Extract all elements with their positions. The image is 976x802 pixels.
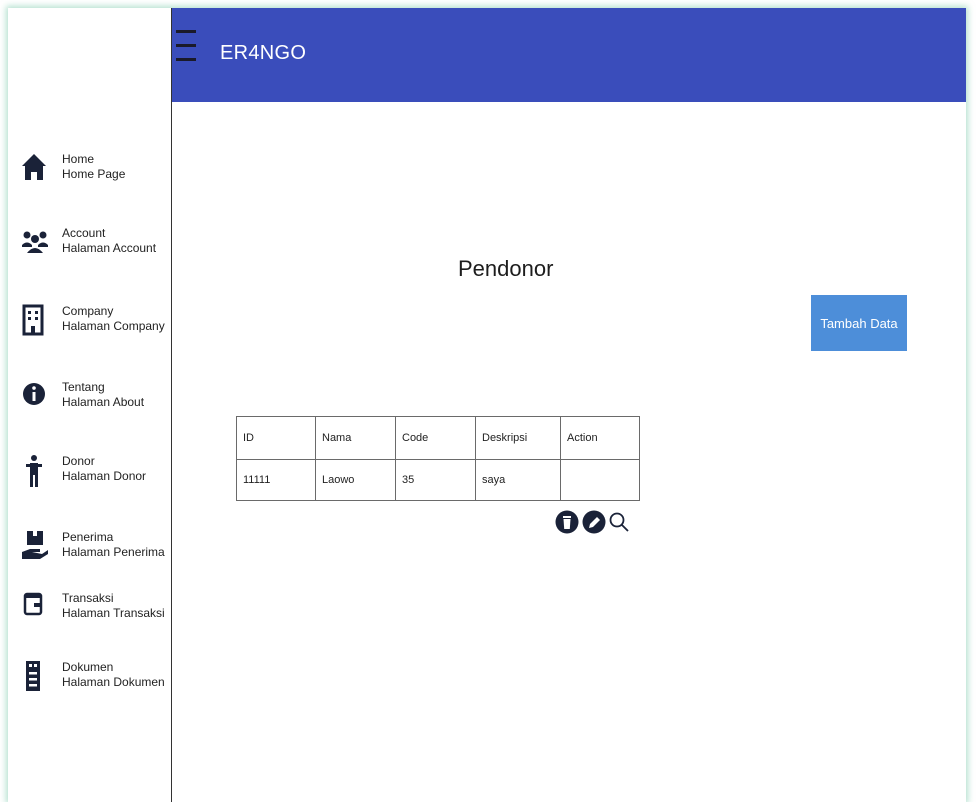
account-group-icon <box>22 226 48 256</box>
sidebar-item-sublabel: Halaman Donor <box>62 469 147 483</box>
app-title: ER4NGO <box>220 42 307 64</box>
sidebar-item-sublabel: Halaman About <box>62 395 145 409</box>
sidebar-item-label: Account <box>62 226 106 240</box>
table-header-row: ID Nama Code Deskripsi Action <box>236 416 640 460</box>
add-data-button[interactable]: Tambah Data <box>811 295 907 351</box>
sidebar: Home Home Page Account Halaman Account C… <box>8 8 172 802</box>
table-cell-code: 35 <box>395 459 476 501</box>
building-icon <box>22 304 46 336</box>
hand-receive-icon <box>22 530 48 560</box>
edit-icon[interactable] <box>582 508 606 541</box>
app-bar: ER4NGO <box>172 8 966 102</box>
column-header-code: Code <box>395 416 476 460</box>
sidebar-item-account[interactable]: Account Halaman Account <box>22 226 170 278</box>
sidebar-item-transaksi[interactable]: Transaksi Halaman Transaksi <box>22 591 170 643</box>
wallet-icon <box>22 591 46 621</box>
sidebar-item-label: Company <box>62 304 114 318</box>
sidebar-item-label: Transaksi <box>62 591 114 605</box>
sidebar-item-label: Tentang <box>62 380 105 394</box>
sidebar-item-sublabel: Home Page <box>62 167 126 181</box>
column-header-nama: Nama <box>315 416 396 460</box>
info-icon <box>22 380 46 410</box>
table-cell-nama: Laowo <box>315 459 396 501</box>
home-icon <box>22 152 46 182</box>
document-icon <box>22 660 46 691</box>
sidebar-item-company[interactable]: Company Halaman Company <box>22 304 170 356</box>
sidebar-item-label: Donor <box>62 454 95 468</box>
sidebar-item-sublabel: Halaman Company <box>62 319 165 333</box>
sidebar-item-label: Home <box>62 152 95 166</box>
search-icon[interactable] <box>608 508 630 541</box>
sidebar-item-label: Dokumen <box>62 660 114 674</box>
hamburger-menu-icon[interactable] <box>176 30 198 74</box>
sidebar-item-label: Penerima <box>62 530 114 544</box>
table-cell-action <box>560 459 640 501</box>
sidebar-item-sublabel: Halaman Penerima <box>62 545 165 559</box>
sidebar-item-tentang[interactable]: Tentang Halaman About <box>22 380 170 432</box>
page-title: Pendonor <box>458 256 554 281</box>
column-header-action: Action <box>560 416 640 460</box>
sidebar-item-sublabel: Halaman Transaksi <box>62 606 165 620</box>
table-cell-id: 11111 <box>236 459 316 501</box>
column-header-id: ID <box>236 416 316 460</box>
sidebar-item-sublabel: Halaman Dokumen <box>62 675 165 689</box>
table-cell-deskripsi: saya <box>475 459 561 501</box>
data-table: ID Nama Code Deskripsi Action 11111 Laow… <box>236 416 640 501</box>
app-window: Home Home Page Account Halaman Account C… <box>8 8 966 802</box>
sidebar-item-sublabel: Halaman Account <box>62 241 157 255</box>
delete-icon[interactable] <box>555 508 579 541</box>
column-header-deskripsi: Deskripsi <box>475 416 561 460</box>
sidebar-item-donor[interactable]: Donor Halaman Donor <box>22 454 170 506</box>
table-row: 11111 Laowo 35 saya <box>236 459 640 501</box>
sidebar-item-penerima[interactable]: Penerima Halaman Penerima <box>22 530 170 582</box>
person-standing-icon <box>22 454 46 487</box>
sidebar-item-home[interactable]: Home Home Page <box>22 152 170 204</box>
sidebar-item-dokumen[interactable]: Dokumen Halaman Dokumen <box>22 660 170 712</box>
